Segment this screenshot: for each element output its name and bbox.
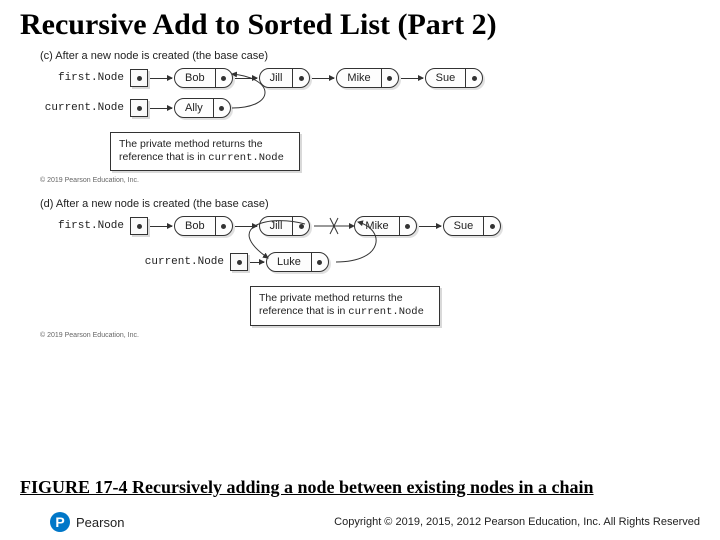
note-text: reference that is in — [119, 151, 208, 163]
current-row-d: current.Node Luke — [40, 252, 720, 272]
node-label: Bob — [175, 217, 216, 235]
pearson-p-icon: P — [50, 512, 70, 532]
figure-caption-b: Recursively adding a node between existi… — [132, 477, 594, 497]
node-bob: Bob — [174, 68, 233, 88]
note-text: reference that is in — [259, 305, 348, 317]
first-node-pointer-box — [130, 217, 148, 235]
page-title: Recursive Add to Sorted List (Part 2) — [0, 0, 720, 42]
node-label: Jill — [260, 69, 294, 87]
diagram-area: (c) After a new node is created (the bas… — [40, 50, 720, 339]
figure-caption: FIGURE 17-4 Recursively adding a node be… — [20, 477, 700, 498]
node-label: Sue — [444, 217, 485, 235]
node-label: Sue — [426, 69, 467, 87]
subfigure-c: (c) After a new node is created (the bas… — [40, 50, 720, 184]
note-code: current.Node — [348, 306, 424, 318]
node-luke: Luke — [266, 252, 329, 272]
figure-caption-a: FIGURE 17-4 — [20, 477, 132, 497]
tiny-copyright: © 2019 Pearson Education, Inc. — [40, 177, 720, 184]
copyright-footer: Copyright © 2019, 2015, 2012 Pearson Edu… — [334, 516, 700, 528]
node-label: Bob — [175, 69, 216, 87]
arrow-icon — [312, 78, 334, 79]
node-label: Mike — [337, 69, 381, 87]
node-sue: Sue — [425, 68, 484, 88]
note-box-d: The private method returns the reference… — [250, 286, 440, 325]
note-code: current.Node — [208, 152, 284, 164]
node-label: Luke — [267, 253, 312, 271]
first-node-pointer-box — [130, 69, 148, 87]
first-node-label: first.Node — [40, 220, 130, 232]
note-box-c: The private method returns the reference… — [110, 132, 300, 171]
arrow-icon — [235, 226, 257, 227]
node-label: Mike — [355, 217, 399, 235]
current-node-label: current.Node — [140, 256, 230, 268]
current-row-c: current.Node Ally — [40, 98, 720, 118]
subfigure-d: (d) After a new node is created (the bas… — [40, 198, 720, 338]
node-sue-d: Sue — [443, 216, 502, 236]
arrow-icon — [150, 78, 172, 79]
node-mike-d: Mike — [354, 216, 416, 236]
current-node-pointer-box — [230, 253, 248, 271]
node-jill: Jill — [259, 68, 311, 88]
brand-name: Pearson — [76, 515, 124, 530]
node-label: Ally — [175, 99, 214, 117]
node-label: Jill — [260, 217, 294, 235]
node-mike: Mike — [336, 68, 398, 88]
current-node-label: current.Node — [40, 102, 130, 114]
arrow-icon — [401, 78, 423, 79]
node-ally: Ally — [174, 98, 231, 118]
arrow-icon — [235, 78, 257, 79]
node-bob-d: Bob — [174, 216, 233, 236]
subfigure-d-caption: (d) After a new node is created (the bas… — [40, 198, 720, 210]
publisher-logo: P Pearson — [50, 512, 124, 532]
chain-row-c: first.Node Bob Jill Mike Sue — [40, 68, 720, 88]
node-jill-d: Jill — [259, 216, 311, 236]
first-node-label: first.Node — [40, 72, 130, 84]
arrow-icon — [150, 226, 172, 227]
subfigure-c-caption: (c) After a new node is created (the bas… — [40, 50, 720, 62]
arrow-icon — [419, 226, 441, 227]
tiny-copyright: © 2019 Pearson Education, Inc. — [40, 332, 720, 339]
chain-row-d: first.Node Bob Jill Mike Sue — [40, 216, 720, 236]
note-text: The private method returns the — [119, 138, 263, 150]
arrow-icon — [250, 262, 264, 263]
note-text: The private method returns the — [259, 292, 403, 304]
current-node-pointer-box — [130, 99, 148, 117]
arrow-icon — [150, 108, 172, 109]
